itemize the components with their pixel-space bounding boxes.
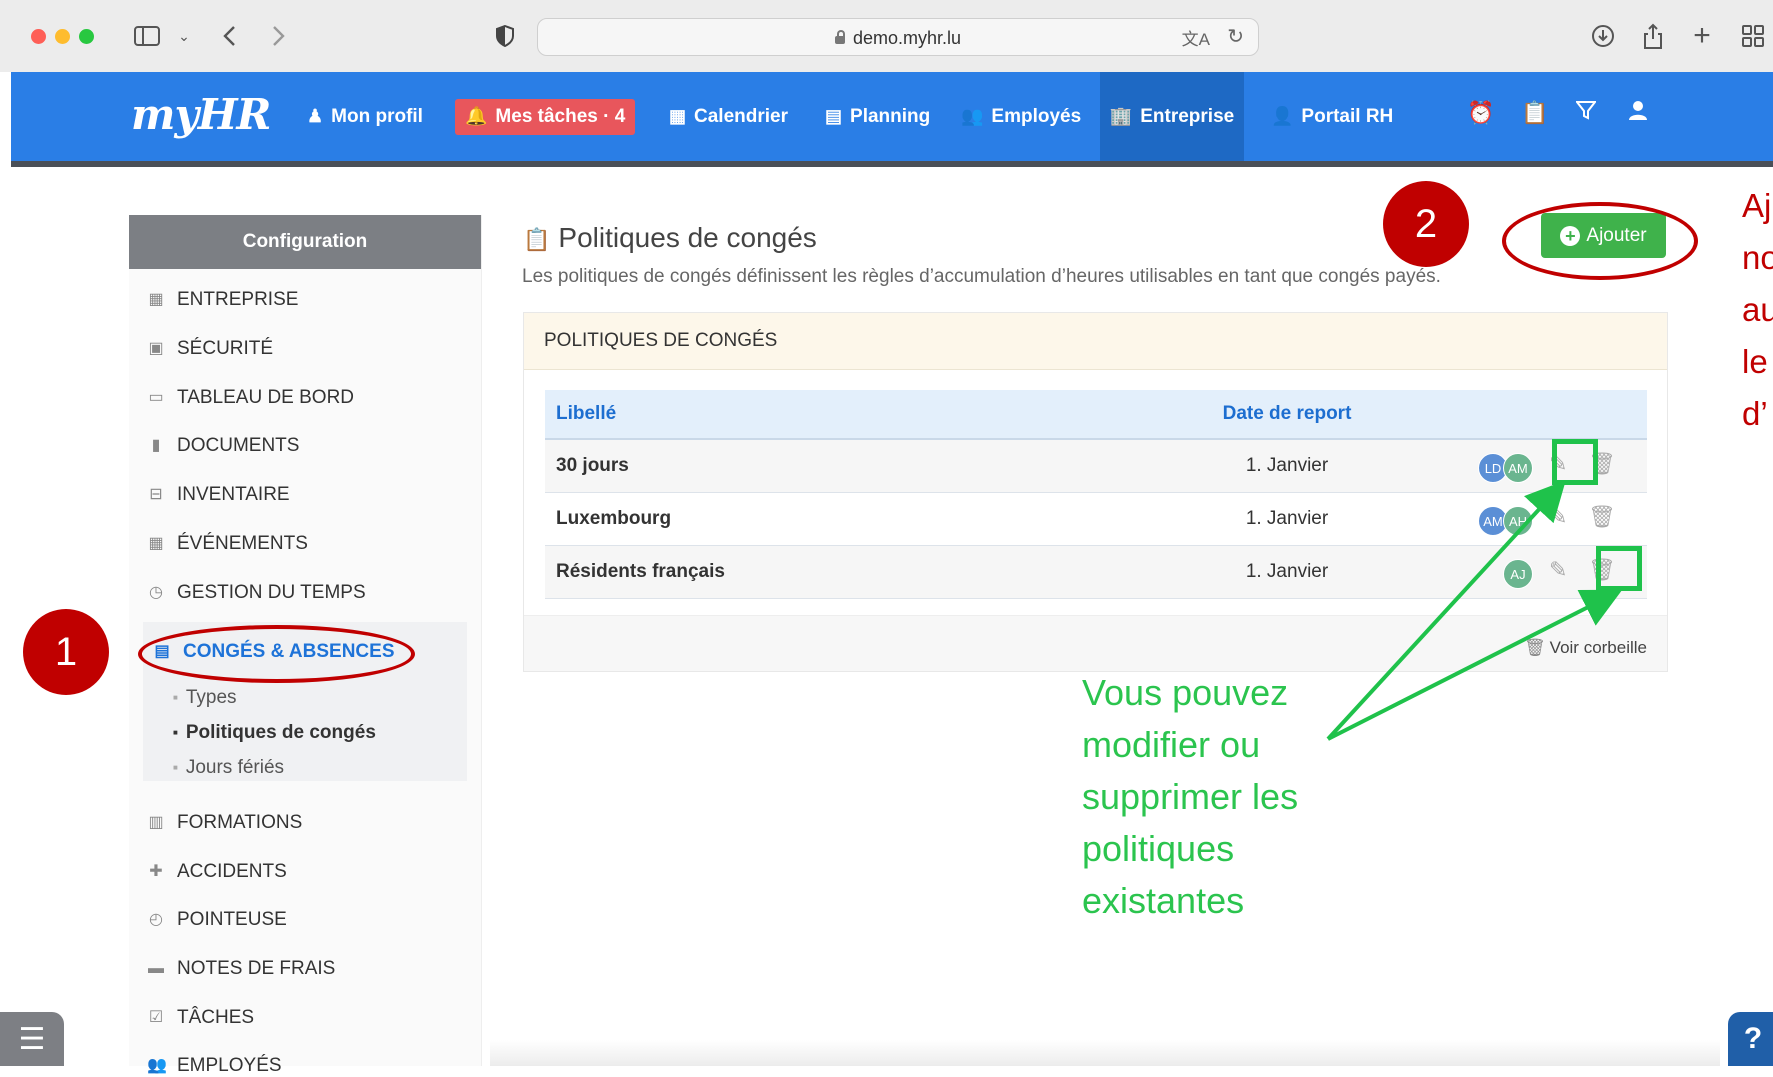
sidebar-collapse-icon[interactable]: ☰ [0, 1012, 64, 1066]
annotation-note-right: Aj no au le d’ [1742, 187, 1773, 432]
bottom-shadow [490, 1040, 1720, 1066]
arrow-to-edit [1326, 480, 1566, 741]
annotation-arrows [1326, 480, 1623, 741]
annotation-note: Vous pouvez modifier ou supprimer les po… [1082, 672, 1299, 921]
arrow-to-delete [1327, 589, 1623, 741]
help-icon[interactable]: ? [1728, 1012, 1773, 1066]
